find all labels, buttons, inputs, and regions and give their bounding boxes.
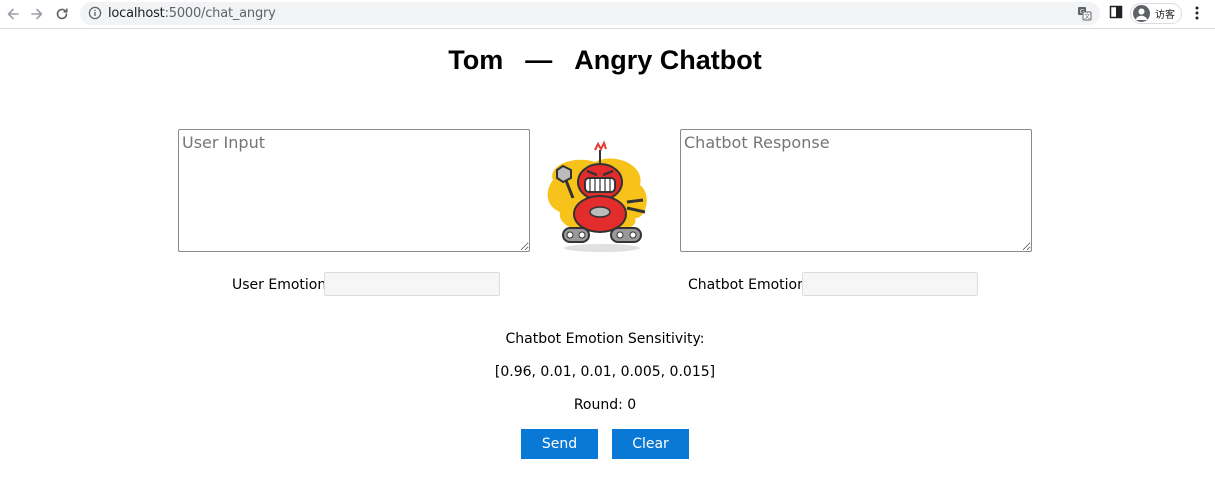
angry-robot-image xyxy=(547,140,647,252)
address-bar[interactable]: localhost:5000/chat_angry G文 xyxy=(80,2,1100,25)
reload-icon[interactable] xyxy=(53,5,71,23)
browser-toolbar: localhost:5000/chat_angry G文 访客 xyxy=(0,0,1215,29)
round-counter: Round: 0 xyxy=(573,397,637,413)
info-icon[interactable] xyxy=(88,6,102,25)
sensitivity-label: Chatbot Emotion Sensitivity: xyxy=(505,331,705,347)
user-input-textarea[interactable] xyxy=(178,129,530,252)
profile-button[interactable]: 访客 xyxy=(1130,3,1182,24)
translate-icon[interactable]: G文 xyxy=(1077,6,1092,26)
title-name: Tom xyxy=(448,45,504,75)
kebab-menu-icon[interactable] xyxy=(1193,5,1201,26)
user-emotion-field xyxy=(324,272,500,296)
url-text[interactable]: localhost:5000/chat_angry xyxy=(108,6,276,21)
url-path: :5000/chat_angry xyxy=(164,6,276,21)
profile-label: 访客 xyxy=(1155,10,1175,21)
profile-avatar-icon xyxy=(1133,5,1150,22)
back-arrow-icon[interactable] xyxy=(4,5,22,23)
title-dash: — xyxy=(525,45,553,75)
user-emotion-label: User Emotion: xyxy=(232,277,331,293)
title-text: Angry Chatbot xyxy=(574,45,762,75)
side-panel-icon[interactable] xyxy=(1109,5,1123,24)
chatbot-emotion-field xyxy=(802,272,978,296)
svg-text:文: 文 xyxy=(1084,13,1090,21)
chatbot-emotion-label: Chatbot Emotion: xyxy=(688,277,811,293)
clear-button[interactable]: Clear xyxy=(612,429,689,459)
page-title: Tom — Angry Chatbot xyxy=(0,45,1210,76)
url-host: localhost xyxy=(108,6,165,21)
send-button[interactable]: Send xyxy=(521,429,598,459)
forward-arrow-icon[interactable] xyxy=(28,5,46,23)
chatbot-response-textarea[interactable] xyxy=(680,129,1032,252)
sensitivity-values: [0.96, 0.01, 0.01, 0.005, 0.015] xyxy=(494,364,716,380)
